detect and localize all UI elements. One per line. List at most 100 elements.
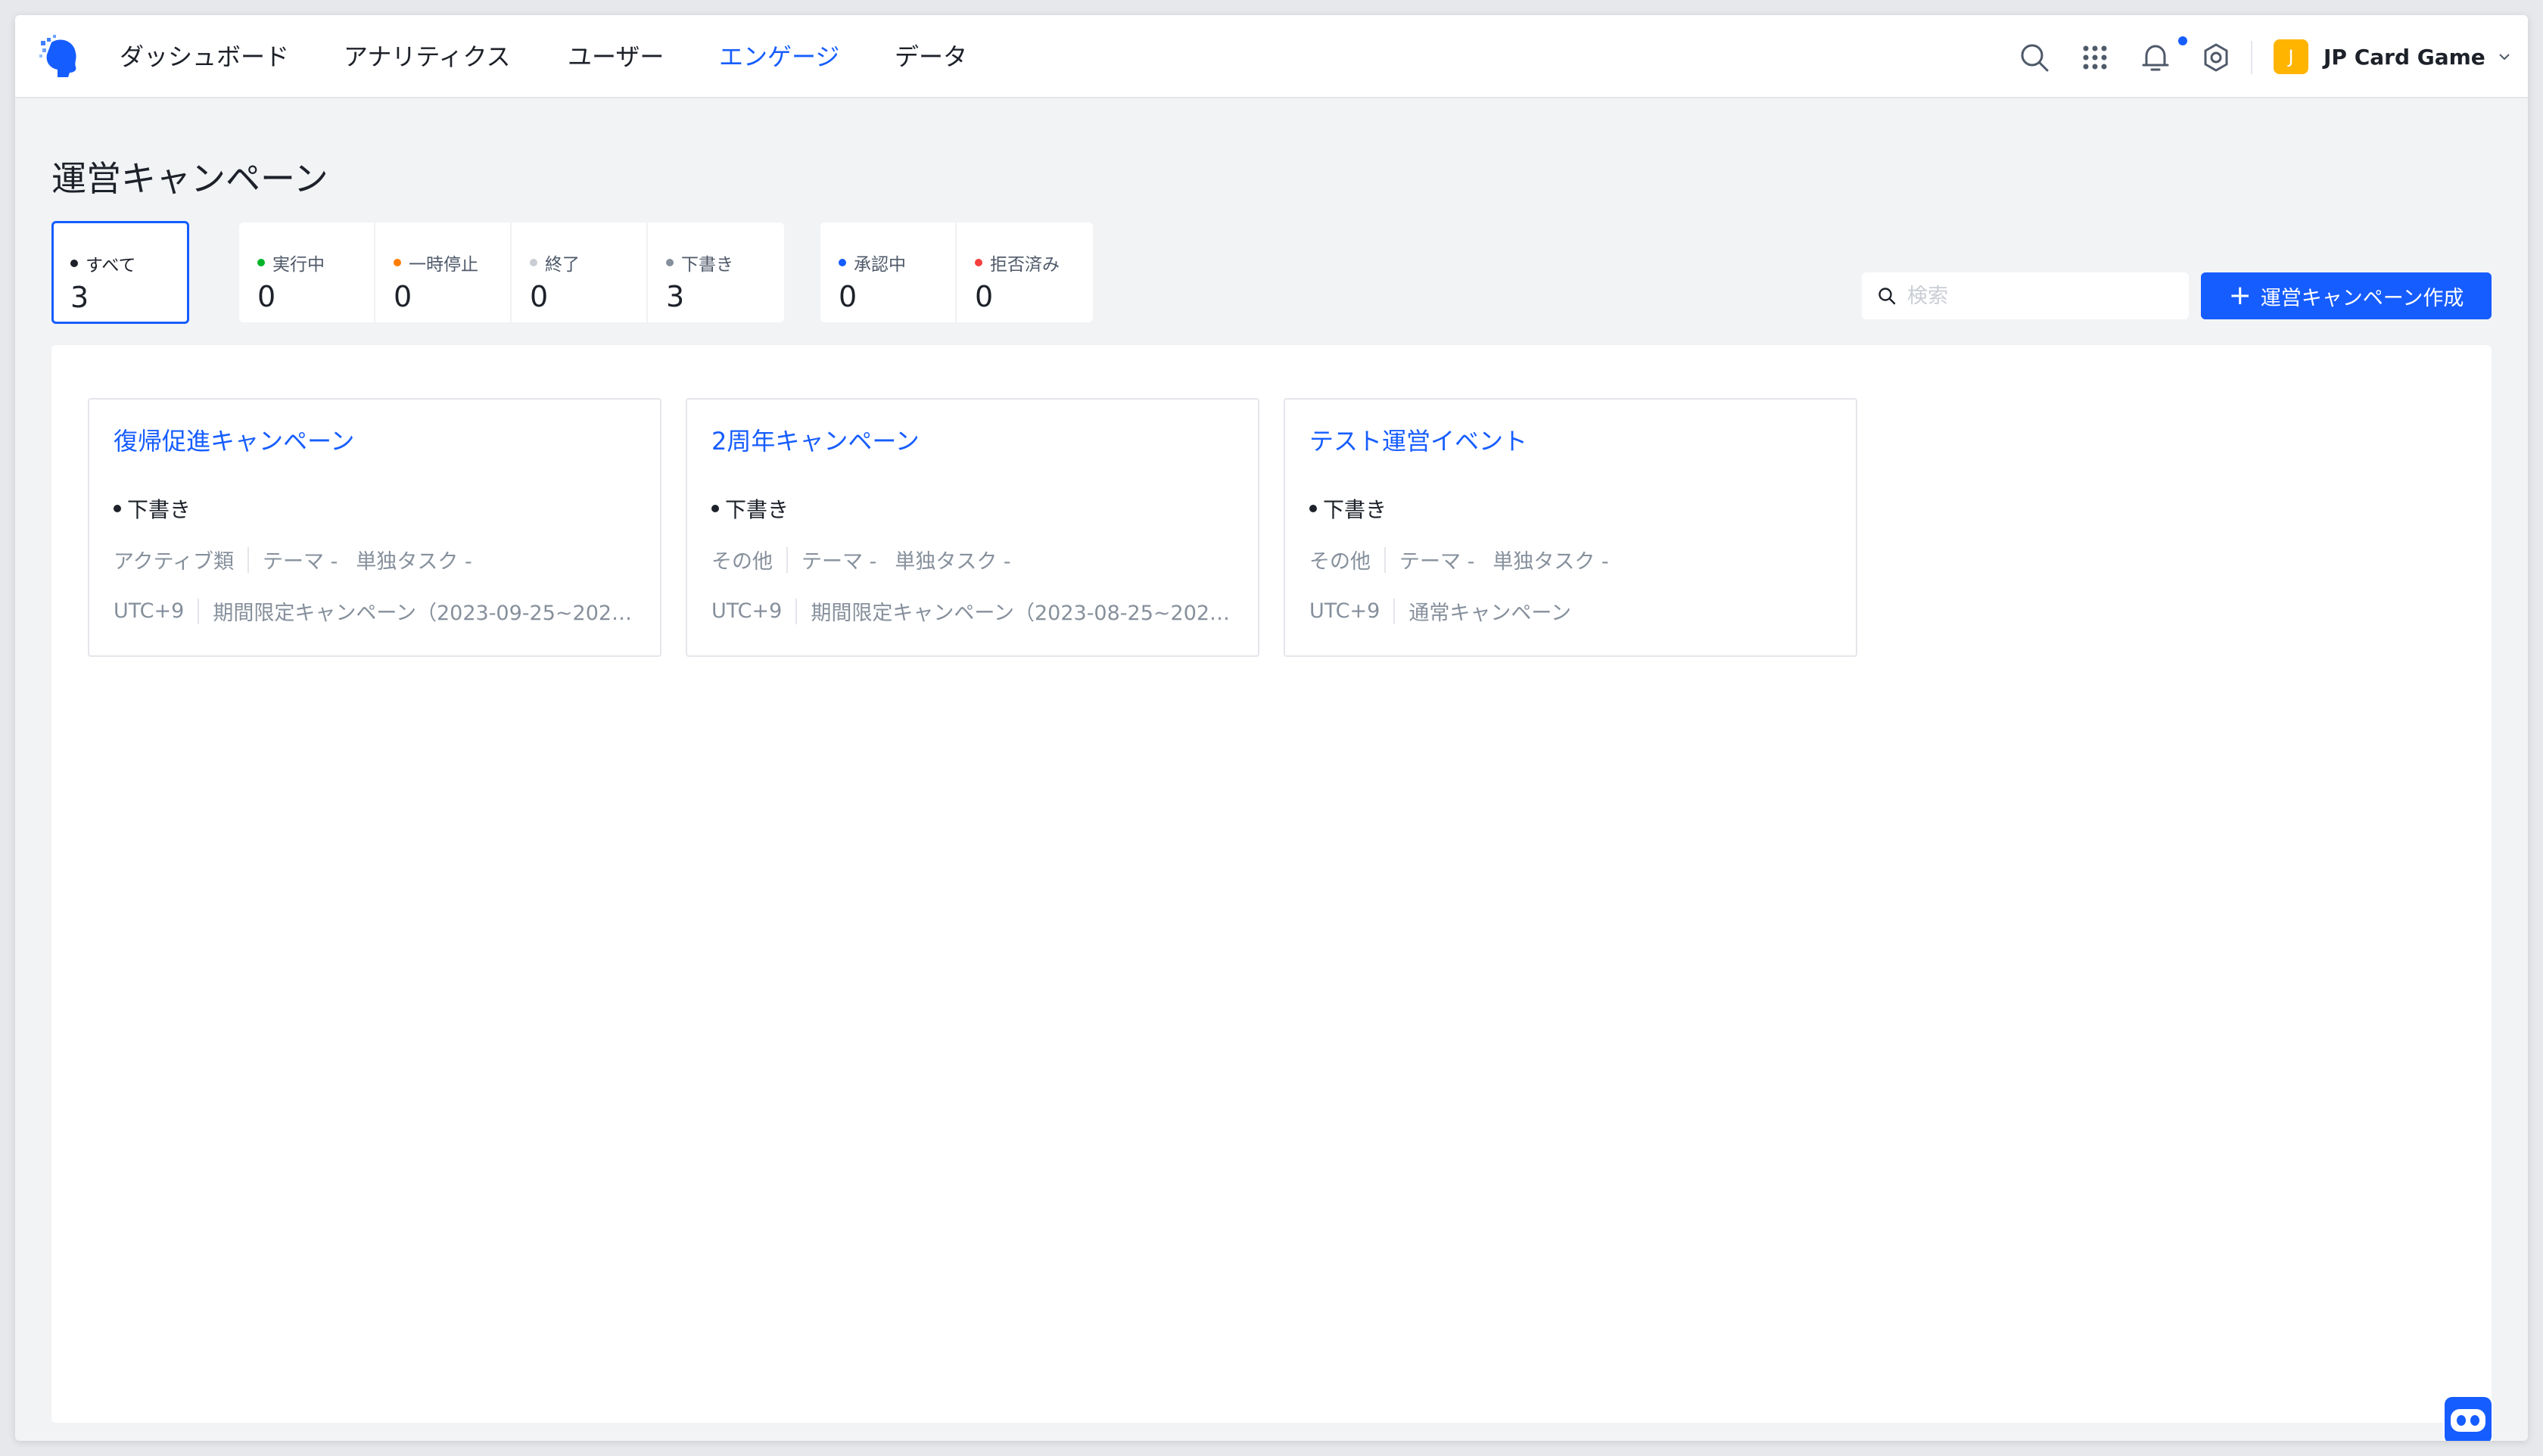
filter-paused-label-wrap: 一時停止 [394, 250, 478, 275]
filter-rejected-count: 0 [975, 280, 994, 313]
campaign-meta-row: アクティブ類 テーマ - 単独タスク - [114, 545, 643, 574]
toolbar-divider [2251, 41, 2252, 74]
filter-pending-count: 0 [839, 280, 858, 313]
status-dot [257, 259, 265, 266]
filter-draft[interactable]: 下書き 3 [648, 222, 784, 322]
filter-running-label: 実行中 [272, 255, 325, 275]
campaign-timezone: UTC+9 [1309, 599, 1380, 623]
filter-pending-approval[interactable]: 承認中 0 [820, 222, 957, 322]
app-window: ダッシュボード アナリティクス ユーザー エンゲージ データ J JP Card… [15, 15, 2528, 1441]
nav-item-data[interactable]: データ [895, 38, 967, 76]
campaign-status: 下書き [114, 493, 191, 524]
campaign-title[interactable]: 復帰促進キャンペーン [114, 422, 354, 457]
status-filter-group: 実行中 0 一時停止 0 終了 0 下書き 3 [239, 222, 784, 322]
campaign-theme: テーマ - [1399, 550, 1475, 574]
divider [1384, 546, 1386, 573]
filter-ended-count: 0 [530, 280, 549, 313]
search-input[interactable] [1907, 284, 2180, 308]
filter-ended-label-wrap: 終了 [530, 250, 580, 275]
filter-all-count: 3 [70, 281, 89, 314]
filter-draft-label: 下書き [681, 255, 733, 275]
top-navigation-bar: ダッシュボード アナリティクス ユーザー エンゲージ データ J JP Card… [15, 15, 2528, 98]
divider [247, 546, 250, 573]
campaign-status: 下書き [711, 493, 789, 524]
campaign-period-row: UTC+9 期間限定キャンペーン（2023-09-25~2023-... [114, 596, 643, 626]
apps-grid-icon[interactable] [2078, 41, 2112, 74]
nav-item-users[interactable]: ユーザー [568, 38, 664, 76]
campaign-period: 期間限定キャンペーン（2023-09-25~2023-... [213, 602, 637, 625]
status-dot [70, 260, 78, 267]
campaign-timezone: UTC+9 [114, 599, 185, 623]
filter-running[interactable]: 実行中 0 [239, 222, 375, 322]
page-title: 運営キャンペーン [51, 158, 328, 199]
campaign-title[interactable]: テスト運営イベント [1309, 422, 1527, 457]
status-dot [530, 259, 537, 266]
search-icon[interactable] [2018, 41, 2051, 74]
search-box [1862, 272, 2189, 319]
campaign-status: 下書き [1309, 493, 1387, 524]
campaign-theme: テーマ - [801, 550, 877, 574]
campaign-card[interactable]: テスト運営イベント 下書き その他 テーマ - 単独タスク - UTC+9 通常… [1284, 398, 1857, 657]
chevron-down-icon [2499, 54, 2510, 61]
filter-all-label: すべて [86, 256, 136, 275]
filter-running-label-wrap: 実行中 [257, 250, 325, 275]
assistant-bot-icon[interactable] [2443, 1395, 2493, 1441]
bell-icon[interactable] [2139, 41, 2172, 74]
filter-rejected-label: 拒否済み [990, 255, 1060, 275]
avatar: J [2274, 39, 2308, 74]
filter-pending-label: 承認中 [854, 255, 906, 275]
campaign-status-label: 下書き [725, 497, 789, 522]
campaign-timezone: UTC+9 [711, 599, 783, 623]
campaign-title[interactable]: 2周年キャンペーン [711, 422, 920, 457]
account-name: JP Card Game [2324, 44, 2485, 70]
divider [198, 598, 200, 624]
campaign-period-row: UTC+9 通常キャンペーン [1309, 596, 1839, 626]
campaign-category: その他 [711, 550, 773, 574]
filter-paused-label: 一時停止 [409, 255, 478, 275]
campaign-period: 通常キャンペーン [1408, 602, 1571, 625]
filter-paused-count: 0 [394, 280, 412, 313]
campaign-card[interactable]: 復帰促進キャンペーン 下書き アクティブ類 テーマ - 単独タスク - UTC+… [88, 398, 661, 657]
gear-icon[interactable] [2199, 41, 2233, 74]
filter-running-count: 0 [257, 280, 276, 313]
campaign-meta-row: その他 テーマ - 単独タスク - [1309, 545, 1839, 574]
campaign-category: その他 [1309, 550, 1371, 574]
campaign-card[interactable]: 2周年キャンペーン 下書き その他 テーマ - 単独タスク - UTC+9 期間… [686, 398, 1259, 657]
app-logo-icon[interactable] [38, 35, 80, 79]
notification-dot [2178, 36, 2187, 45]
campaign-status-label: 下書き [127, 497, 191, 522]
divider [1393, 598, 1396, 624]
filter-all[interactable]: すべて 3 [51, 221, 189, 324]
campaign-task: 単独タスク - [1492, 550, 1609, 574]
filter-paused[interactable]: 一時停止 0 [375, 222, 512, 322]
status-dot [666, 259, 674, 266]
nav-item-engage[interactable]: エンゲージ [719, 38, 839, 76]
divider [786, 546, 788, 573]
campaign-period: 期間限定キャンペーン（2023-08-25~2023-... [811, 602, 1235, 625]
approval-filter-group: 承認中 0 拒否済み 0 [820, 222, 1093, 322]
filter-all-label-wrap: すべて [70, 250, 135, 276]
status-dot [711, 505, 719, 512]
campaign-period-row: UTC+9 期間限定キャンペーン（2023-08-25~2023-... [711, 596, 1241, 626]
filter-ended[interactable]: 終了 0 [512, 222, 648, 322]
search-icon [1878, 288, 1896, 305]
account-switcher[interactable]: J JP Card Game [2274, 38, 2513, 76]
nav-item-analytics[interactable]: アナリティクス [344, 38, 510, 76]
campaign-task: 単独タスク - [356, 550, 472, 574]
divider [795, 598, 798, 624]
nav-item-dashboard[interactable]: ダッシュボード [120, 38, 289, 76]
status-dot [839, 259, 846, 266]
campaign-task: 単独タスク - [895, 550, 1011, 574]
filter-rejected[interactable]: 拒否済み 0 [957, 222, 1093, 322]
filter-draft-label-wrap: 下書き [666, 250, 733, 275]
campaign-list-panel: 復帰促進キャンペーン 下書き アクティブ類 テーマ - 単独タスク - UTC+… [51, 345, 2492, 1423]
status-dot [394, 259, 401, 266]
filter-rejected-label-wrap: 拒否済み [975, 250, 1060, 275]
campaign-status-label: 下書き [1323, 497, 1387, 522]
status-dot [114, 505, 121, 512]
create-campaign-label: 運営キャンペーン作成 [2260, 286, 2464, 310]
create-campaign-button[interactable]: + 運営キャンペーン作成 [2201, 272, 2492, 319]
filter-pending-label-wrap: 承認中 [839, 250, 906, 275]
campaign-theme: テーマ - [263, 550, 338, 574]
filter-ended-label: 終了 [545, 255, 580, 275]
